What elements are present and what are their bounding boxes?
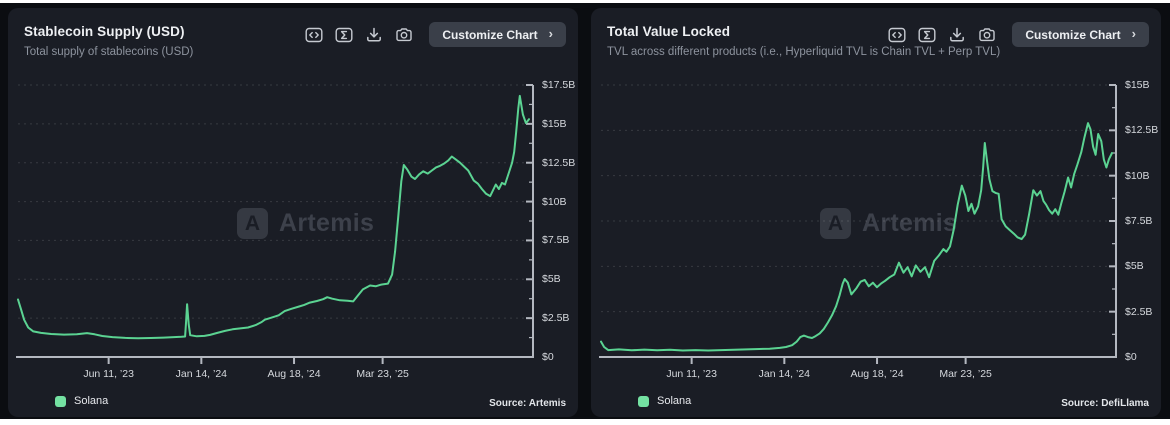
x-axis-label: Jan 14, ’24 [738,368,830,380]
legend-swatch [55,396,66,407]
chart-plot-area[interactable] [591,8,1161,417]
source-attribution: Source: Artemis [489,398,566,409]
legend-swatch [638,396,649,407]
y-axis-label: $10B [1125,170,1150,182]
y-axis-label: $7.5B [1125,215,1152,227]
legend-item-solana[interactable]: Solana [638,395,691,407]
y-axis-label: $2.5B [542,312,569,324]
y-axis-label: $2.5B [1125,306,1152,318]
y-axis-label: $7.5B [542,234,569,246]
chart-plot-area[interactable] [8,8,578,417]
legend-label: Solana [657,395,691,407]
x-axis-label: Jun 11, ’23 [646,368,738,380]
y-axis-label: $12.5B [542,157,575,169]
y-axis-label: $0 [542,351,554,363]
x-axis-label: Mar 23, ’25 [337,368,429,380]
chart-panel-total-value-locked: Total Value Locked TVL across different … [591,8,1161,417]
source-attribution: Source: DefiLlama [1061,398,1149,409]
y-axis-label: $0 [1125,351,1137,363]
y-axis-label: $15B [1125,79,1150,91]
y-axis-label: $5B [542,273,561,285]
x-axis-label: Mar 23, ’25 [920,368,1012,380]
x-axis-label: Aug 18, ’24 [248,368,340,380]
y-axis-label: $12.5B [1125,124,1158,136]
chart-panel-stablecoin-supply: Stablecoin Supply (USD) Total supply of … [8,8,578,417]
y-axis-label: $10B [542,196,567,208]
x-axis-label: Jan 14, ’24 [155,368,247,380]
y-axis-label: $17.5B [542,79,575,91]
y-axis-label: $15B [542,118,567,130]
x-axis-label: Jun 11, ’23 [63,368,155,380]
y-axis-label: $5B [1125,260,1144,272]
legend-item-solana[interactable]: Solana [55,395,108,407]
legend-label: Solana [74,395,108,407]
x-axis-label: Aug 18, ’24 [831,368,923,380]
